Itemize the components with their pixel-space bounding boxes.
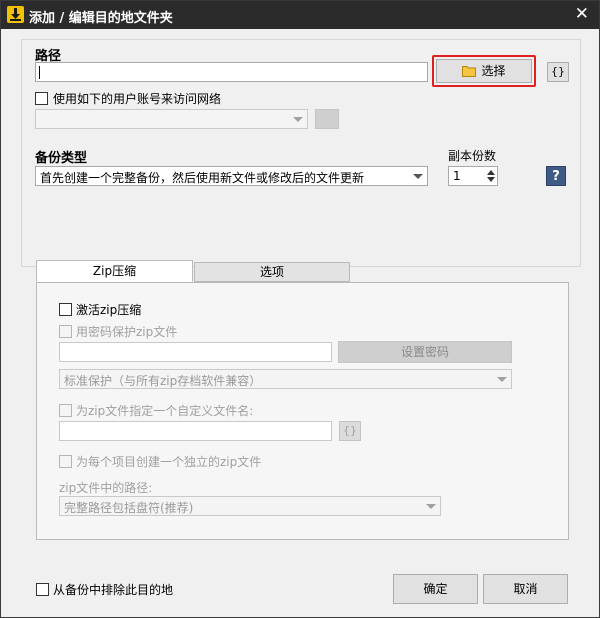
activate-zip-label: 激活zip压缩 [76, 303, 142, 317]
dialog-window: 添加 / 编辑目的地文件夹 ✕ 路径 选择 {} 使用如下的用户账号来访问网络 … [0, 0, 600, 618]
protection-value: 标准保护（与所有zip存档软件兼容） [64, 374, 262, 388]
path-in-zip-label: zip文件中的路径: [59, 481, 153, 495]
path-in-zip-value: 完整路径包括盘符(推荐) [64, 501, 194, 515]
help-icon[interactable]: ? [546, 166, 566, 186]
copies-value: 1 [453, 169, 461, 183]
protection-dropdown[interactable]: 标准保护（与所有zip存档软件兼容） [59, 369, 512, 389]
backup-type-value: 首先创建一个完整备份，然后使用新文件或修改后的文件更新 [40, 171, 365, 185]
custom-name-variables-button[interactable]: {} [339, 421, 361, 441]
choose-folder-label: 选择 [481, 64, 506, 78]
path-input[interactable] [35, 62, 428, 82]
ok-button[interactable]: 确定 [393, 574, 478, 604]
cancel-button[interactable]: 取消 [483, 574, 568, 604]
text-caret [39, 66, 40, 79]
copies-stepper[interactable]: 1 [448, 166, 498, 186]
account-settings-button[interactable] [315, 109, 339, 129]
custom-name-input[interactable] [59, 421, 332, 441]
exclude-destination-checkbox[interactable] [36, 583, 49, 596]
close-icon[interactable]: ✕ [575, 4, 589, 24]
title-bar[interactable]: 添加 / 编辑目的地文件夹 ✕ [1, 1, 599, 29]
password-protect-label: 用密码保护zip文件 [76, 325, 178, 339]
chevron-down-icon [426, 504, 436, 509]
use-account-checkbox[interactable] [35, 92, 48, 105]
backup-type-label: 备份类型 [35, 151, 88, 166]
chevron-down-icon [293, 117, 303, 122]
path-in-zip-dropdown[interactable]: 完整路径包括盘符(推荐) [59, 496, 441, 516]
path-variables-button[interactable]: {} [547, 62, 569, 82]
password-protect-checkbox[interactable] [59, 325, 72, 338]
exclude-destination-label: 从备份中排除此目的地 [53, 583, 174, 597]
tab-options[interactable]: 选项 [194, 262, 350, 282]
window-title: 添加 / 编辑目的地文件夹 [29, 11, 173, 26]
use-account-label: 使用如下的用户账号来访问网络 [53, 92, 222, 106]
app-download-icon [7, 6, 24, 23]
chevron-down-icon [497, 377, 507, 382]
chevron-down-icon [413, 174, 423, 179]
copies-label: 副本份数 [448, 149, 497, 163]
custom-name-label: 为zip文件指定一个自定义文件名: [76, 404, 254, 418]
choose-folder-button[interactable]: 选择 [436, 59, 532, 83]
folder-icon [462, 62, 477, 84]
backup-type-dropdown[interactable]: 首先创建一个完整备份，然后使用新文件或修改后的文件更新 [35, 166, 428, 186]
custom-name-checkbox[interactable] [59, 404, 72, 417]
stepper-down-icon[interactable] [487, 177, 495, 182]
stepper-up-icon[interactable] [487, 170, 495, 175]
zip-password-input[interactable] [59, 342, 332, 362]
activate-zip-checkbox[interactable] [59, 303, 72, 316]
per-item-zip-label: 为每个项目创建一个独立的zip文件 [76, 455, 262, 469]
tab-zip[interactable]: Zip压缩 [36, 260, 193, 282]
set-password-button[interactable]: 设置密码 [338, 341, 512, 363]
account-dropdown[interactable] [35, 109, 308, 129]
per-item-zip-checkbox[interactable] [59, 455, 72, 468]
